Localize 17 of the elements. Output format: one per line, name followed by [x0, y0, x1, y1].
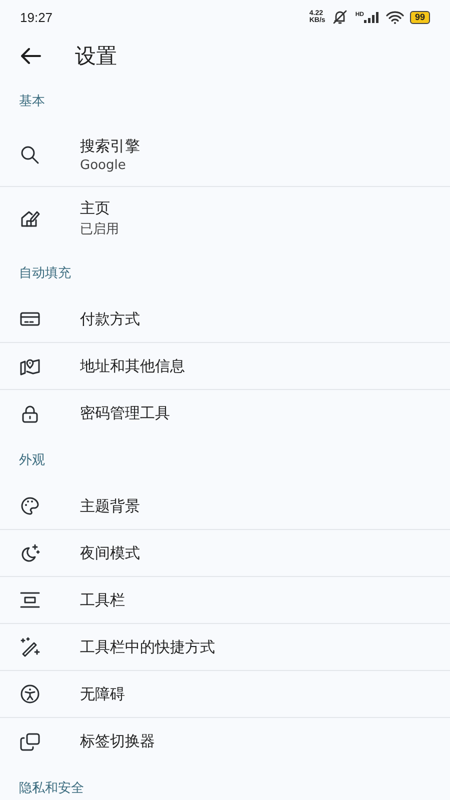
accessibility-icon — [19, 683, 41, 705]
page-title: 设置 — [75, 43, 117, 70]
section-header: 基本 — [18, 93, 46, 111]
search-icon — [19, 144, 41, 166]
section-header: 自动填充 — [18, 265, 72, 283]
section-header: 外观 — [18, 452, 46, 470]
tab-switcher-icon — [19, 730, 41, 752]
signal-icon — [364, 12, 380, 22]
palette-icon — [19, 495, 41, 517]
magic-wand-icon — [19, 636, 41, 658]
clock-time: 19:27 — [20, 10, 53, 24]
battery-indicator: 99 — [410, 10, 430, 24]
wifi-icon — [386, 10, 404, 24]
section-header: 隐私和安全 — [18, 780, 85, 798]
back-arrow-icon — [21, 48, 41, 64]
moon-sparkle-icon — [19, 542, 41, 564]
muted-bell-icon — [331, 10, 350, 24]
